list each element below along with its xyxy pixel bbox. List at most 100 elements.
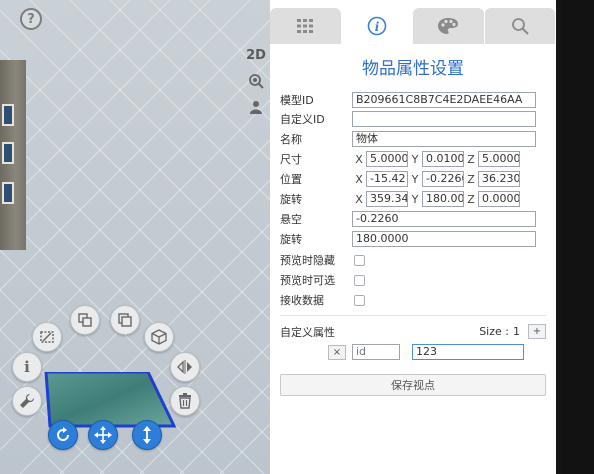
question-circle-icon: ? xyxy=(27,11,35,27)
property-panel: i 物品属性设置 模型ID B209661C8B7C4E2DAEE46AA 自定… xyxy=(270,0,556,474)
position-x-field[interactable]: -15.42 xyxy=(366,171,408,187)
bounding-box-button[interactable] xyxy=(144,322,174,352)
vertical-move-icon xyxy=(143,426,151,444)
building-model[interactable] xyxy=(0,60,26,250)
hover-field[interactable]: -0.2260 xyxy=(352,211,536,227)
person-icon xyxy=(250,101,262,114)
position-z-field[interactable]: 36.230 xyxy=(478,171,520,187)
axis-x-label: X xyxy=(355,172,363,186)
building-window xyxy=(2,142,14,164)
panel-tabs: i xyxy=(270,8,556,44)
3d-viewport[interactable]: ? 2D i xyxy=(0,0,272,474)
axis-z-label: Z xyxy=(467,172,475,186)
trash-icon xyxy=(179,393,191,409)
right-edge-strip xyxy=(562,0,594,474)
rotate2-field[interactable]: 180.0000 xyxy=(352,231,536,247)
vertical-move-button[interactable] xyxy=(132,420,162,450)
mirror-icon xyxy=(177,360,192,374)
settings-button[interactable] xyxy=(12,386,42,416)
selectable-on-preview-label: 预览时可选 xyxy=(280,274,335,287)
selectable-on-preview-checkbox[interactable] xyxy=(354,274,365,286)
size-y-field[interactable]: 0.0100 xyxy=(422,151,464,167)
custom-id-label: 自定义ID xyxy=(280,113,325,126)
tab-search[interactable] xyxy=(484,8,555,44)
custom-properties-header: 自定义属性 Size : 1 + xyxy=(280,324,546,340)
building-window xyxy=(2,104,14,126)
save-viewpoint-button[interactable]: 保存视点 xyxy=(280,374,546,396)
position-row: 位置 X -15.42 Y -0.2260 Z 36.230 xyxy=(280,171,520,187)
mirror-button[interactable] xyxy=(170,352,200,382)
copy-icon xyxy=(118,313,132,327)
position-y-field[interactable]: -0.2260 xyxy=(422,171,464,187)
receive-data-checkbox[interactable] xyxy=(354,294,365,306)
rotate2-label: 旋转 xyxy=(280,233,302,246)
axis-z-label: Z xyxy=(467,192,475,206)
hover-row: 悬空 -0.2260 xyxy=(280,211,536,227)
hide-on-preview-checkbox[interactable] xyxy=(354,254,365,266)
selectable-on-preview-row: 预览时可选 xyxy=(280,272,365,288)
axis-y-label: Y xyxy=(411,152,419,166)
info-icon: i xyxy=(24,358,30,376)
custom-properties-label: 自定义属性 xyxy=(280,326,335,339)
axis-z-label: Z xyxy=(467,152,475,166)
tab-grid[interactable] xyxy=(270,8,341,44)
copy-icon xyxy=(78,313,92,327)
edit-area-icon xyxy=(40,331,54,343)
edit-area-button[interactable] xyxy=(32,322,62,352)
side-toolbar: 2D xyxy=(240,42,272,132)
receive-data-row: 接收数据 xyxy=(280,292,365,308)
wrench-icon xyxy=(20,393,35,408)
move-icon xyxy=(94,426,112,444)
info-button[interactable]: i xyxy=(12,352,42,382)
tab-info[interactable]: i xyxy=(341,8,412,44)
section-divider xyxy=(280,315,546,316)
copy-in-place-button[interactable] xyxy=(110,305,140,335)
axis-x-label: X xyxy=(355,192,363,206)
name-field[interactable]: 物体 xyxy=(352,131,536,147)
rotation-y-field[interactable]: 180.00 xyxy=(422,191,464,207)
zoom-globe-button[interactable] xyxy=(240,68,272,94)
view-2d-button[interactable]: 2D xyxy=(240,42,272,68)
position-label: 位置 xyxy=(280,173,302,186)
rotation-row: 旋转 X 359.34 Y 180.00 Z 0.0000 xyxy=(280,191,520,207)
building-window xyxy=(2,182,14,204)
grid-icon xyxy=(297,19,314,33)
search-icon xyxy=(511,18,529,35)
app-stage: ? 2D i i 物品属性设置 模型ID B209661C8B7C4E2DAEE… xyxy=(0,0,594,474)
size-z-field[interactable]: 5.0000 xyxy=(478,151,520,167)
zoom-globe-icon xyxy=(249,74,264,89)
hover-label: 悬空 xyxy=(280,213,302,226)
tab-palette[interactable] xyxy=(413,8,484,44)
rotate2-row: 旋转 180.0000 xyxy=(280,231,536,247)
custom-size-control: Size : 1 + xyxy=(479,324,546,339)
info-icon: i xyxy=(367,16,387,36)
custom-property-row: × id 123 xyxy=(328,344,524,360)
rotation-x-field[interactable]: 359.34 xyxy=(366,191,408,207)
custom-id-row: 自定义ID xyxy=(280,111,536,127)
size-label: 尺寸 xyxy=(280,153,302,166)
copy-button[interactable] xyxy=(70,305,100,335)
help-button[interactable]: ? xyxy=(20,8,42,30)
property-value-input[interactable]: 123 xyxy=(412,344,524,360)
name-row: 名称 物体 xyxy=(280,131,536,147)
property-key-input[interactable]: id xyxy=(352,344,400,360)
custom-size-value: 1 xyxy=(513,325,520,338)
rotation-z-field[interactable]: 0.0000 xyxy=(478,191,520,207)
size-x-field[interactable]: 5.0000 xyxy=(366,151,408,167)
model-id-field[interactable]: B209661C8B7C4E2DAEE46AA xyxy=(352,92,536,108)
size-row: 尺寸 X 5.0000 Y 0.0100 Z 5.0000 xyxy=(280,151,520,167)
cube-icon xyxy=(151,329,167,345)
add-property-button[interactable]: + xyxy=(528,324,546,339)
palette-icon xyxy=(438,18,459,34)
receive-data-label: 接收数据 xyxy=(280,294,324,307)
custom-id-field[interactable] xyxy=(352,111,536,127)
move-button[interactable] xyxy=(88,420,118,450)
remove-property-button[interactable]: × xyxy=(328,344,346,360)
person-view-button[interactable] xyxy=(240,94,272,120)
model-id-row: 模型ID B209661C8B7C4E2DAEE46AA xyxy=(280,92,536,108)
delete-button[interactable] xyxy=(170,386,200,416)
axis-y-label: Y xyxy=(411,172,419,186)
hide-on-preview-row: 预览时隐藏 xyxy=(280,252,365,268)
rotate-button[interactable] xyxy=(48,420,78,450)
hide-on-preview-label: 预览时隐藏 xyxy=(280,254,335,267)
